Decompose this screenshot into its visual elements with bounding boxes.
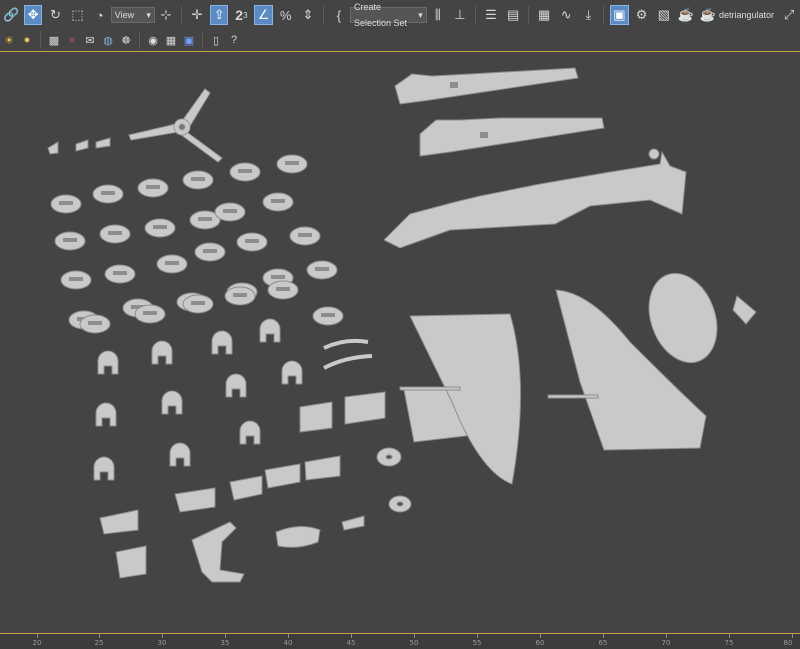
pivot-icon[interactable]: ⊹ (157, 5, 175, 25)
timeline-ruler[interactable]: 20 25 30 35 40 45 50 55 60 65 70 75 80 (0, 634, 800, 649)
bracket-parts[interactable] (99, 391, 386, 579)
secondary-toolbar: ☀ ● ▩ ⚬ ✉ ◍ ☸ ◉ ▦ ▣ ▯ ? (0, 30, 800, 50)
phone-icon[interactable]: ▯ (208, 32, 224, 48)
ruler-tick (414, 634, 415, 638)
ruler-tick (540, 634, 541, 638)
expand-icon[interactable]: ⤢ (780, 5, 798, 25)
small-hook-parts[interactable] (47, 137, 111, 155)
ruler-tick (99, 634, 100, 638)
ruler-tick (351, 634, 352, 638)
separator (139, 31, 140, 49)
ruler-label: 50 (409, 639, 419, 647)
ruler-tick (666, 634, 667, 638)
align-icon[interactable]: ⊥ (451, 5, 469, 25)
mirror-icon[interactable]: ⫼ (429, 5, 447, 25)
scale-icon[interactable]: ⬚ (69, 5, 87, 25)
main-toolbar: 🔗 ✥ ↻ ⬚ ◔ View ▾ ⊹ ✛ ⇪ 23 ∠ % ⇕ { Create … (0, 0, 800, 31)
propeller-part[interactable] (128, 88, 223, 163)
render-icon[interactable]: ☕ (677, 5, 695, 25)
ruler-label: 80 (783, 639, 793, 647)
ruler-tick (288, 634, 289, 638)
separator (40, 31, 41, 49)
chevron-down-icon: ▾ (146, 10, 151, 20)
layer-icon[interactable]: ☰ (482, 5, 500, 25)
fuselage-parts[interactable] (383, 67, 687, 249)
rib-parts-grid[interactable] (50, 154, 344, 334)
angle-snap-icon[interactable]: ∠ (254, 5, 273, 25)
curve-editor-icon[interactable]: ▦ (535, 5, 553, 25)
rotate-icon[interactable]: ↻ (46, 5, 64, 25)
u-clip-parts[interactable] (93, 318, 303, 481)
edit-named-icon[interactable]: { (330, 5, 348, 25)
script-icon[interactable]: ☕ (699, 5, 717, 25)
material-editor-icon[interactable]: ▣ (610, 5, 629, 25)
curved-strip-parts[interactable] (323, 338, 373, 370)
ruler-label: 70 (661, 639, 671, 647)
help-icon[interactable]: ? (226, 32, 242, 48)
ruler-label: 65 (598, 639, 608, 647)
ruler-tick (792, 634, 793, 638)
link-icon[interactable]: 🔗 (2, 5, 20, 25)
ruler-label: 20 (32, 639, 42, 647)
percent-snap-icon[interactable]: % (277, 5, 295, 25)
separator (528, 6, 530, 24)
ruler-tick (37, 634, 38, 638)
molecule-icon[interactable]: ⚬ (64, 32, 80, 48)
scene-canvas[interactable] (0, 52, 800, 633)
dopesheet-icon[interactable]: ⤓ (579, 5, 597, 25)
select-and-move-icon[interactable]: ✛ (188, 5, 206, 25)
perspective-viewport[interactable] (0, 51, 800, 634)
container-icon[interactable]: ▣ (181, 32, 197, 48)
landing-gear-parts[interactable] (191, 515, 365, 583)
ruler-label: 75 (724, 639, 734, 647)
manipulate-icon[interactable]: ⇪ (210, 5, 229, 25)
snap-icon[interactable]: 23 (232, 5, 250, 25)
select-region-icon[interactable]: ◔ (91, 5, 109, 25)
sphere-icon[interactable]: ● (19, 32, 35, 48)
render-frame-icon[interactable]: ▧ (655, 5, 673, 25)
ruler-label: 40 (283, 639, 293, 647)
wing-parts[interactable] (399, 264, 757, 485)
script-label[interactable]: detriangulator (719, 10, 774, 20)
ruler-tick (729, 634, 730, 638)
separator (603, 6, 605, 24)
ruler-tick (162, 634, 163, 638)
ruler-tick (603, 634, 604, 638)
reference-coordinate-dropdown[interactable]: View ▾ (110, 7, 155, 23)
scene-explorer-icon[interactable]: ▤ (504, 5, 522, 25)
ruler-label: 30 (157, 639, 167, 647)
ruler-tick (477, 634, 478, 638)
separator (322, 6, 324, 24)
texture-icon[interactable]: ▩ (46, 32, 62, 48)
paint-icon[interactable]: ✉ (82, 32, 98, 48)
schematic-icon[interactable]: ∿ (557, 5, 575, 25)
separator (181, 6, 182, 24)
globe-icon[interactable]: ◍ (100, 32, 116, 48)
ruler-label: 55 (472, 639, 482, 647)
ruler-label: 25 (94, 639, 104, 647)
render-setup-icon[interactable]: ⚙ (633, 5, 651, 25)
checker-icon[interactable]: ▦ (163, 32, 179, 48)
light-icon[interactable]: ☀ (1, 32, 17, 48)
separator (475, 6, 476, 24)
move-icon[interactable]: ✥ (24, 5, 43, 25)
chevron-down-icon: ▾ (418, 10, 423, 20)
ruler-label: 60 (535, 639, 545, 647)
ruler-tick (225, 634, 226, 638)
ruler-label: 45 (346, 639, 356, 647)
material-ball-icon[interactable]: ◉ (145, 32, 161, 48)
ruler-label: 35 (220, 639, 230, 647)
separator (202, 31, 203, 49)
shader-icon[interactable]: ☸ (118, 32, 134, 48)
selection-set-dropdown[interactable]: Create Selection Set ▾ (350, 2, 427, 28)
spinner-snap-icon[interactable]: ⇕ (299, 5, 317, 25)
washer-parts[interactable] (376, 447, 412, 513)
